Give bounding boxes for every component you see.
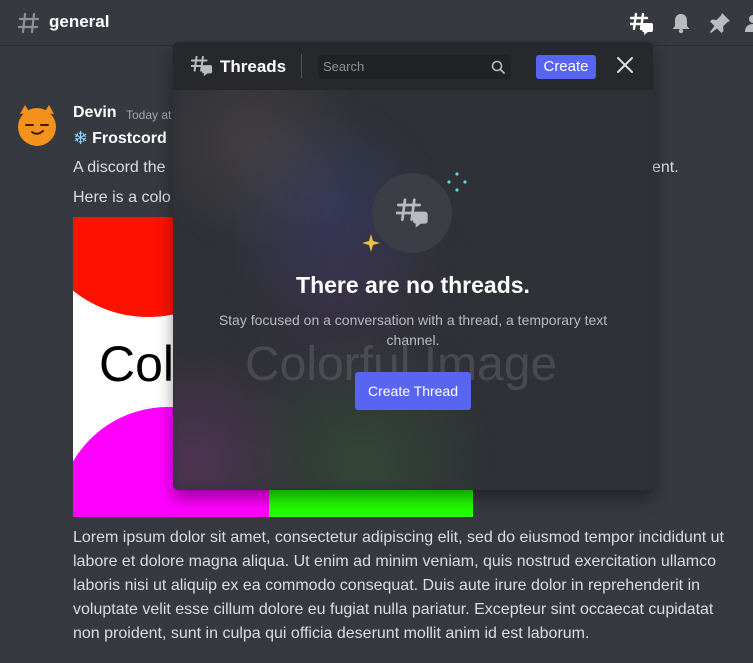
star-sparkle-icon [362,234,380,252]
popout-blurred-backdrop [173,42,653,490]
search-placeholder: Search [323,59,365,74]
members-icon[interactable] [745,12,753,34]
hash-icon [18,12,40,34]
close-icon[interactable] [616,56,634,74]
threads-popout: Colorful Image Threads Search Create The… [173,42,653,490]
threads-icon [191,55,213,77]
threads-icon [396,198,428,228]
bell-icon[interactable] [670,12,692,34]
create-button[interactable]: Create [536,55,596,79]
threads-header: Threads Search Create [173,42,653,90]
empty-state-illustration [372,173,452,253]
sparkle-icon [447,172,467,192]
avatar[interactable] [16,104,58,146]
message-author[interactable]: Devin [73,104,117,122]
role-name: Frostcord [92,129,167,147]
empty-state-subtitle: Stay focused on a conversation with a th… [218,312,608,348]
message-timestamp: Today at [126,108,172,122]
role-tag: ❄ Frostcord [73,128,167,149]
channel-header: general [0,0,753,46]
threads-icon[interactable] [630,12,654,36]
empty-state-title: There are no threads. [296,272,530,298]
message-line-1: A discord the [73,159,166,176]
threads-title: Threads [220,57,287,76]
message-body: Lorem ipsum dolor sit amet, consectetur … [73,529,724,642]
thread-search-input[interactable]: Search [318,55,511,79]
create-thread-button[interactable]: Create Thread [355,372,471,410]
pin-icon[interactable] [709,12,731,34]
message-line-1-end: ent. [652,159,679,176]
snowflake-icon: ❄ [73,128,89,148]
channel-name: general [49,12,110,31]
header-divider [301,54,302,78]
search-icon [491,60,505,74]
message-line-2: Here is a colo [73,189,171,206]
